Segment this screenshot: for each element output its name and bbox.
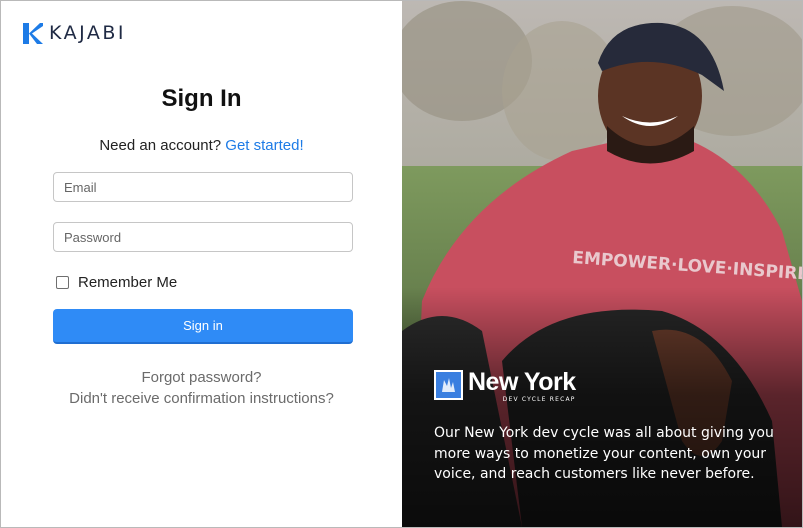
kajabi-wordmark: KAJABI <box>49 22 127 44</box>
signup-prompt: Need an account? Get started! <box>1 137 402 154</box>
new-york-subtitle: DEV CYCLE RECAP <box>502 396 576 403</box>
remember-me-label[interactable]: Remember Me <box>78 274 177 291</box>
signin-panel: KAJABI Sign In Need an account? Get star… <box>1 1 402 527</box>
sign-in-button[interactable]: Sign in <box>53 309 353 344</box>
kajabi-logo[interactable]: KAJABI <box>23 22 126 44</box>
remember-me-checkbox[interactable] <box>56 276 69 289</box>
new-york-title: New York <box>468 368 576 396</box>
new-york-logo-text: New York DEV CYCLE RECAP <box>468 368 576 404</box>
kajabi-k-icon <box>23 22 43 44</box>
login-page: KAJABI Sign In Need an account? Get star… <box>0 0 803 528</box>
email-field[interactable] <box>54 173 352 201</box>
promo-caption: Our New York dev cycle was all about giv… <box>434 425 774 482</box>
remember-me-row: Remember Me <box>56 274 177 291</box>
password-field[interactable] <box>54 223 352 251</box>
help-links: Forgot password? Didn't receive confirma… <box>1 367 402 409</box>
confirmation-instructions-link[interactable]: Didn't receive confirmation instructions… <box>1 388 402 409</box>
email-field-wrapper <box>53 172 353 202</box>
new-york-logo-icon <box>434 370 463 400</box>
forgot-password-link[interactable]: Forgot password? <box>1 367 402 388</box>
signup-prompt-text: Need an account? <box>99 137 222 154</box>
page-title: Sign In <box>161 85 242 112</box>
new-york-logo: New York DEV CYCLE RECAP <box>434 370 576 403</box>
photo-overlay <box>402 287 802 527</box>
password-field-wrapper <box>53 222 353 252</box>
promo-panel: EMPOWER·LOVE·INSPIRE New York DEV CYCLE … <box>402 1 802 527</box>
get-started-link[interactable]: Get started! <box>225 137 303 154</box>
